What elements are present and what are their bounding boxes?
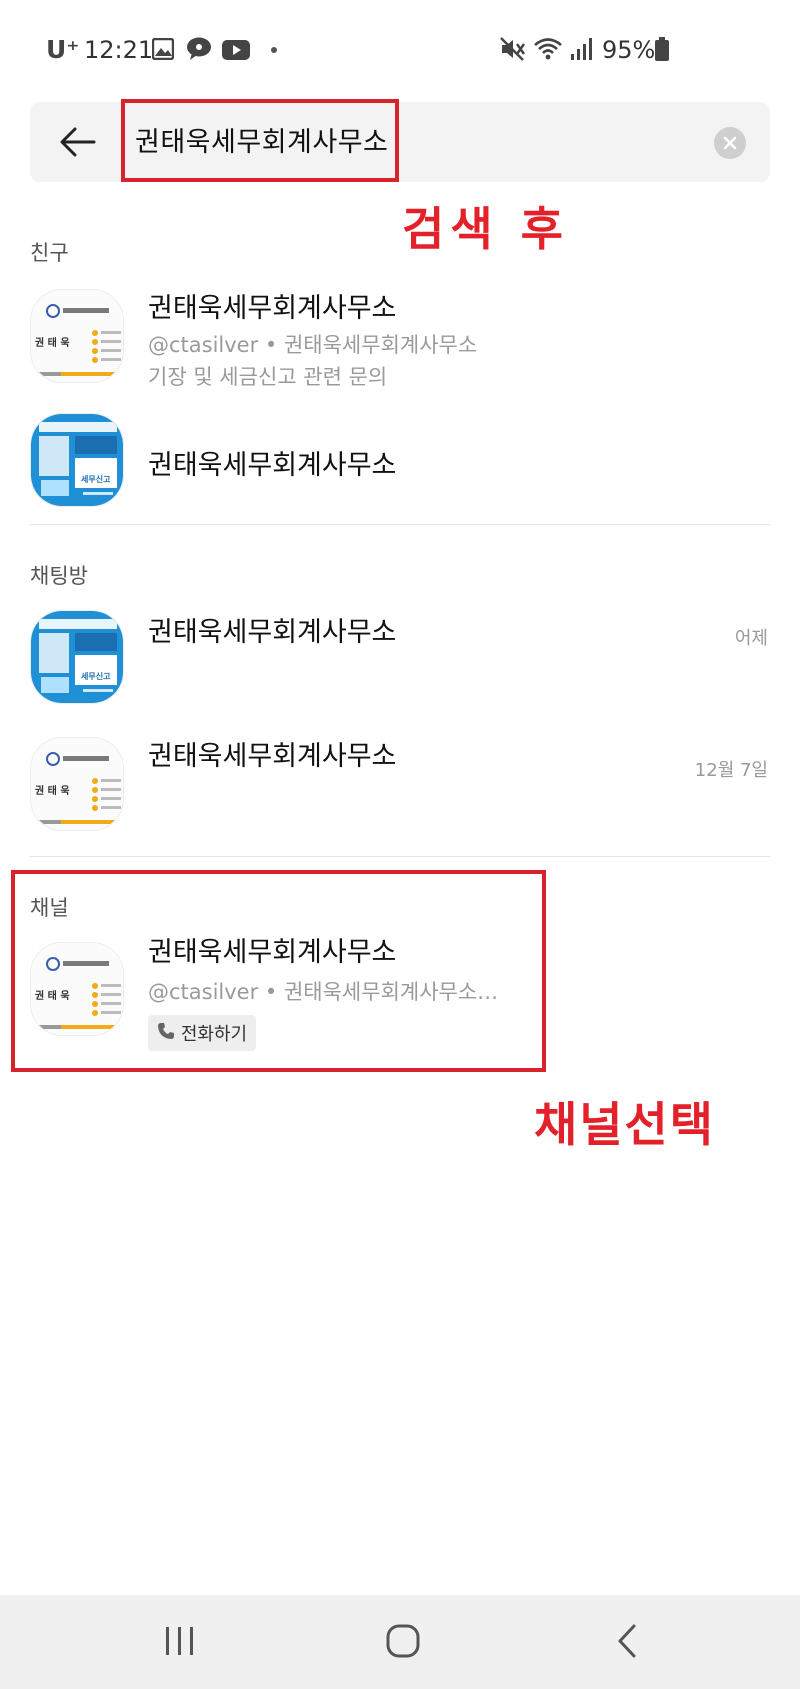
carrier-label: U⁺: [46, 35, 80, 64]
status-time: 12:21: [84, 36, 154, 64]
friend-name: 권태욱세무회계사무소: [148, 293, 397, 324]
home-button[interactable]: [386, 1624, 420, 1662]
wifi-icon: [533, 36, 563, 66]
gallery-icon: [151, 37, 175, 64]
friend-name: 권태욱세무회계사무소: [148, 450, 397, 481]
avatar-card-name: 권 태 욱: [35, 786, 70, 797]
divider: [30, 856, 770, 857]
annotation-channel-select: 채널선택: [534, 1098, 715, 1153]
youtube-icon: [222, 40, 250, 64]
avatar[interactable]: 권 태 욱: [30, 737, 124, 831]
annotation-after-search: 검색 후: [402, 202, 569, 256]
avatar-card-name: 권 태 욱: [35, 338, 70, 349]
avatar-flyer-line1: 부가가치세: [78, 463, 115, 472]
avatar-flyer-line2: 세무신고: [81, 475, 111, 484]
chatroom-name: 권태욱세무회계사무소: [148, 741, 397, 772]
back-button[interactable]: [616, 1624, 638, 1662]
chatroom-name: 권태욱세무회계사무소: [148, 617, 397, 648]
recent-apps-button[interactable]: [164, 1626, 196, 1660]
channel-highlight-box: [11, 870, 546, 1072]
avatar[interactable]: 부가가치세 세무신고: [30, 610, 124, 704]
section-label-friends: 친구: [30, 241, 69, 265]
dot-icon: [271, 47, 277, 53]
section-label-chatrooms: 채팅방: [30, 564, 88, 588]
talk-bubble-icon: [186, 37, 212, 65]
status-bar: U⁺ 12:21 95%: [0, 0, 800, 100]
battery-percent: 95%: [602, 36, 656, 64]
chatroom-time: 어제: [734, 628, 768, 649]
friend-id-line: @ctasilver • 권태욱세무회계사무소: [148, 333, 478, 357]
friend-description: 기장 및 세금신고 관련 문의: [148, 365, 388, 389]
search-highlight-box: [121, 99, 399, 182]
avatar[interactable]: 부가가치세 세무신고: [30, 413, 124, 507]
back-arrow-icon[interactable]: [58, 122, 98, 162]
battery-icon: [655, 37, 669, 65]
clear-search-icon[interactable]: [714, 127, 746, 159]
avatar-flyer-line2: 세무신고: [81, 672, 111, 681]
mute-icon: [500, 37, 526, 65]
divider: [30, 524, 770, 525]
avatar-flyer-line1: 부가가치세: [78, 660, 115, 669]
chatroom-time: 12월 7일: [694, 760, 768, 781]
avatar[interactable]: 권 태 욱: [30, 289, 124, 383]
signal-icon: [570, 38, 594, 64]
